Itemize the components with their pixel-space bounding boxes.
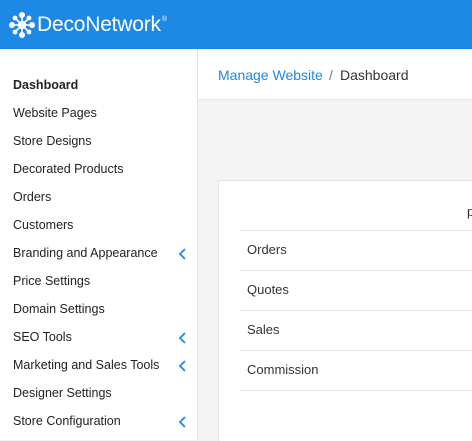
sidebar-item-label: SEO Tools xyxy=(13,330,72,344)
sidebar-item-seo-tools[interactable]: SEO Tools xyxy=(0,323,197,351)
sidebar-item-customers[interactable]: Customers xyxy=(0,211,197,239)
sidebar-item-label: Store Configuration xyxy=(13,414,121,428)
sidebar-item-label: Dashboard xyxy=(13,78,79,92)
summary-row-commission: Commission xyxy=(239,350,472,391)
summary-row-label: Sales xyxy=(247,322,280,337)
deconetwork-logo-icon xyxy=(9,12,35,38)
summary-row-orders: Orders xyxy=(239,230,472,271)
sidebar-item-label: Customers xyxy=(13,218,74,232)
summary-row-quotes: Quotes xyxy=(239,270,472,311)
top-bar: DecoNetwork ® xyxy=(0,0,472,49)
sidebar-item-label: Website Pages xyxy=(13,106,97,120)
breadcrumb-link-manage-website[interactable]: Manage Website xyxy=(218,67,323,83)
chevron-left-icon xyxy=(178,332,186,344)
summary-row-sales: Sales xyxy=(239,310,472,351)
chevron-left-icon xyxy=(178,248,186,260)
sidebar-item-website-pages[interactable]: Website Pages xyxy=(0,99,197,127)
sidebar-item-branding-and-appearance[interactable]: Branding and Appearance xyxy=(0,239,197,267)
sidebar-item-label: Marketing and Sales Tools xyxy=(13,358,160,372)
sidebar-item-label: Domain Settings xyxy=(13,302,105,316)
breadcrumb-separator: / xyxy=(329,67,333,83)
sidebar-item-label: Branding and Appearance xyxy=(13,246,158,260)
summary-row-label: Commission xyxy=(247,362,319,377)
brand-name: DecoNetwork xyxy=(37,13,161,36)
chevron-left-icon xyxy=(178,360,186,372)
summary-row-label: Orders xyxy=(247,242,287,257)
sidebar-item-label: Decorated Products xyxy=(13,162,124,176)
brand-logo[interactable]: DecoNetwork ® xyxy=(8,10,167,40)
sidebar-item-label: Store Designs xyxy=(13,134,92,148)
summary-row-divider xyxy=(239,390,472,392)
registered-mark: ® xyxy=(161,15,168,23)
sidebar: Dashboard Website Pages Store Designs De… xyxy=(0,49,198,440)
main-content: Manage Website / Dashboard p Orders Quot… xyxy=(198,49,472,441)
summary-row-label: Quotes xyxy=(247,282,289,297)
summary-header: p xyxy=(467,204,472,219)
sidebar-item-store-configuration[interactable]: Store Configuration xyxy=(0,407,197,435)
summary-panel: p Orders Quotes Sales Commission xyxy=(218,180,472,441)
breadcrumb: Manage Website / Dashboard xyxy=(198,49,472,100)
sidebar-item-dashboard[interactable]: Dashboard xyxy=(0,71,197,99)
sidebar-item-decorated-products[interactable]: Decorated Products xyxy=(0,155,197,183)
sidebar-item-orders[interactable]: Orders xyxy=(0,183,197,211)
sidebar-item-marketing-and-sales-tools[interactable]: Marketing and Sales Tools xyxy=(0,351,197,379)
sidebar-item-designer-settings[interactable]: Designer Settings xyxy=(0,379,197,407)
sidebar-item-label: Orders xyxy=(13,190,52,204)
sidebar-item-price-settings[interactable]: Price Settings xyxy=(0,267,197,295)
sidebar-item-store-designs[interactable]: Store Designs xyxy=(0,127,197,155)
sidebar-item-label: Designer Settings xyxy=(13,386,112,400)
breadcrumb-current: Dashboard xyxy=(340,67,409,83)
sidebar-item-label: Price Settings xyxy=(13,274,91,288)
chevron-left-icon xyxy=(178,416,186,428)
sidebar-item-domain-settings[interactable]: Domain Settings xyxy=(0,295,197,323)
